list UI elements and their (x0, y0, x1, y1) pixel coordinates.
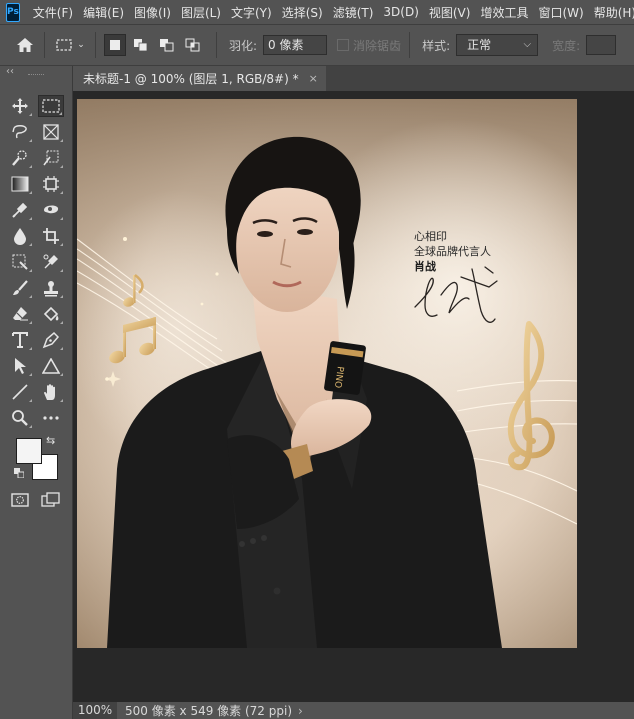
new-selection-icon[interactable] (104, 34, 126, 56)
close-icon[interactable]: × (309, 72, 318, 85)
patch-tool-icon[interactable] (38, 199, 64, 221)
gradient-tool-icon[interactable] (7, 173, 33, 195)
eyedropper-tool-icon[interactable] (7, 199, 33, 221)
style-select-value: 正常 (467, 38, 492, 52)
zoom-tool-icon[interactable] (7, 407, 33, 429)
width-label: 宽度: (552, 38, 581, 53)
color-sampler-tool-icon[interactable] (38, 251, 64, 273)
menu-help[interactable]: 帮助(H) (589, 4, 634, 21)
screen-mode-icon[interactable] (38, 489, 64, 511)
feather-input[interactable]: 0 像素 (263, 35, 328, 55)
divider (95, 32, 96, 58)
intersect-selection-icon[interactable] (182, 34, 204, 56)
chevron-down-icon[interactable]: ⌄ (75, 34, 87, 56)
eraser-tool-icon[interactable] (7, 303, 33, 325)
line-tool-icon[interactable] (7, 381, 33, 403)
menu-image[interactable]: 图像(I) (129, 4, 176, 21)
home-icon[interactable] (14, 34, 36, 56)
antialias-label: 消除锯齿 (353, 38, 402, 53)
marquee-preset-icon[interactable] (53, 34, 75, 56)
rectangular-marquee-tool-icon[interactable] (38, 95, 64, 117)
antialias-checkbox[interactable] (337, 39, 350, 51)
chevron-right-icon[interactable]: › (298, 704, 303, 718)
options-bar: ⌄ 羽化: 0 像素 消除锯齿 样式: 正常 ⌵ 宽度: (0, 24, 634, 66)
menu-plugins[interactable]: 增效工具 (475, 4, 533, 21)
hand-tool-icon[interactable] (38, 381, 64, 403)
panel-grip[interactable] (28, 74, 44, 77)
pen-tool-icon[interactable] (38, 329, 64, 351)
type-tool-icon[interactable] (7, 329, 33, 351)
product-pack: PINO (324, 341, 366, 395)
collapse-panel-icon[interactable]: ‹‹ (6, 66, 14, 77)
quick-selection-tool-icon[interactable] (7, 147, 33, 169)
tools-panel: ‹‹ ⇆ (0, 66, 73, 719)
chevron-down-icon: ⌵ (523, 39, 532, 50)
poster-brand-text: 心相印 (414, 230, 447, 243)
document-tab-bar: 未标题-1 @ 100% (图层 1, RGB/8#) * × (73, 66, 634, 91)
document-info[interactable]: 500 像素 x 549 像素 (72 ppi) (125, 702, 292, 719)
poster-name-text: 肖战 (414, 259, 436, 273)
menu-3d[interactable]: 3D(D) (378, 5, 423, 19)
menu-type[interactable]: 文字(Y) (226, 4, 277, 21)
width-input[interactable] (586, 35, 617, 55)
crop-selection-tool-icon[interactable] (38, 147, 64, 169)
brush-tool-icon[interactable] (7, 277, 33, 299)
frame-tool-icon[interactable] (38, 121, 64, 143)
foreground-color-swatch[interactable] (16, 438, 42, 464)
menu-file[interactable]: 文件(F) (28, 4, 78, 21)
lasso-tool-icon[interactable] (7, 121, 33, 143)
path-selection-tool-icon[interactable] (7, 355, 33, 377)
swap-colors-icon[interactable]: ⇆ (46, 434, 55, 447)
menu-select[interactable]: 选择(S) (277, 4, 328, 21)
menu-layer[interactable]: 图层(L) (176, 4, 226, 21)
canvas-workspace[interactable]: PINO 心相印 全球品牌代言人 肖战 (73, 91, 634, 702)
style-label: 样式: (422, 38, 451, 53)
shape-tool-icon[interactable] (38, 355, 64, 377)
menu-bar: Ps 文件(F) 编辑(E) 图像(I) 图层(L) 文字(Y) 选择(S) 滤… (0, 0, 634, 24)
paint-bucket-tool-icon[interactable] (38, 303, 64, 325)
quick-mask-icon[interactable] (7, 489, 33, 511)
divider (216, 32, 217, 58)
photoshop-logo[interactable]: Ps (6, 2, 20, 22)
move-tool-icon[interactable] (7, 95, 33, 117)
more-tools-icon[interactable] (38, 407, 64, 429)
divider (409, 32, 411, 58)
poster-role-text: 全球品牌代言人 (414, 244, 491, 258)
subtract-from-selection-icon[interactable] (156, 34, 178, 56)
style-select[interactable]: 正常 ⌵ (456, 34, 539, 56)
menu-window[interactable]: 窗口(W) (533, 4, 588, 21)
menu-view[interactable]: 视图(V) (424, 4, 476, 21)
status-bar: 100% 500 像素 x 549 像素 (72 ppi) › (73, 702, 634, 719)
artboard-tool-icon[interactable] (38, 173, 64, 195)
divider (44, 32, 45, 58)
document-tab[interactable]: 未标题-1 @ 100% (图层 1, RGB/8#) * × (73, 66, 326, 91)
document-canvas[interactable]: PINO 心相印 全球品牌代言人 肖战 (77, 99, 577, 648)
blur-tool-icon[interactable] (7, 225, 33, 247)
feather-label: 羽化: (229, 38, 258, 53)
zoom-level-field[interactable]: 100% (73, 702, 117, 719)
document-tab-title: 未标题-1 @ 100% (图层 1, RGB/8#) * (83, 72, 299, 86)
crop-tool-icon[interactable] (38, 225, 64, 247)
clone-stamp-tool-icon[interactable] (38, 277, 64, 299)
menu-edit[interactable]: 编辑(E) (78, 4, 129, 21)
menu-filter[interactable]: 滤镜(T) (328, 4, 379, 21)
transform-selection-icon[interactable] (7, 251, 33, 273)
default-colors-icon[interactable] (14, 468, 24, 478)
add-to-selection-icon[interactable] (130, 34, 152, 56)
